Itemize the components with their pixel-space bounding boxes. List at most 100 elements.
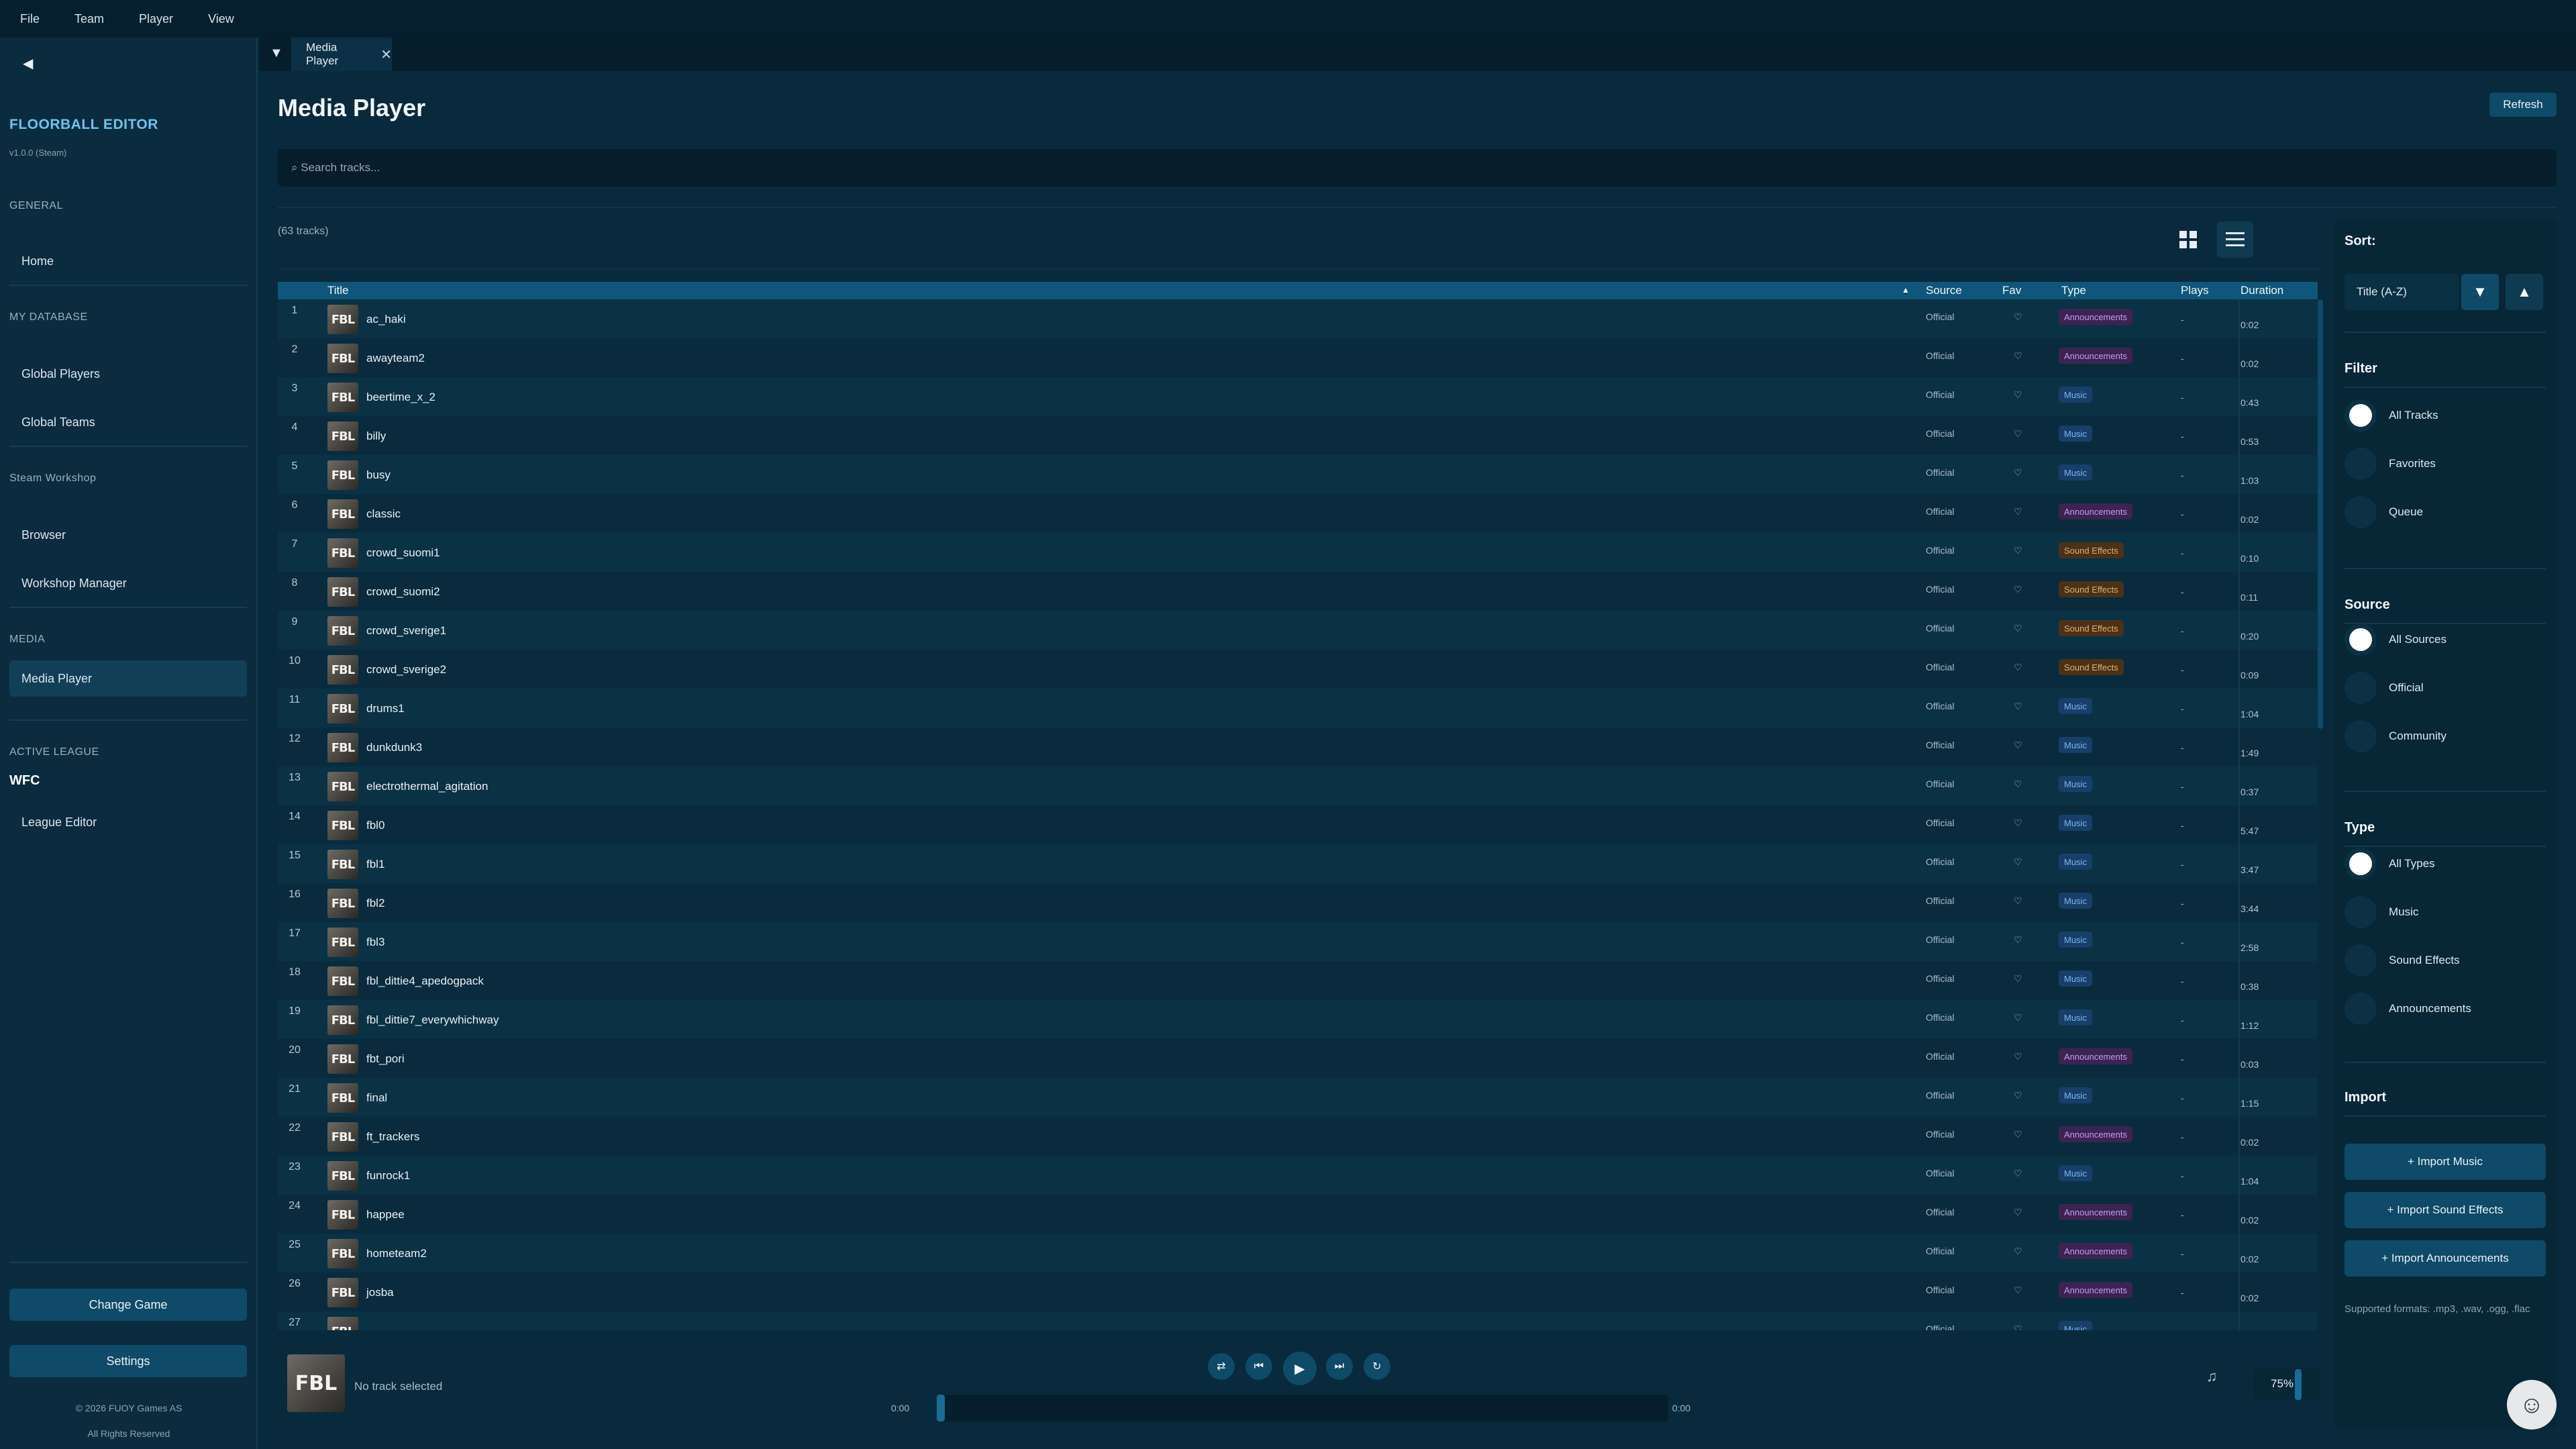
table-row[interactable]: 7 FBL crowd_suomi1 Official ♡ Sound Effects - 0… [278,533,2318,572]
favorite-heart-icon[interactable]: ♡ [2014,1246,2022,1257]
sidebar-item-league-editor[interactable]: League Editor [9,804,247,840]
favorite-heart-icon[interactable]: ♡ [2014,311,2022,323]
table-row[interactable]: 3 FBL beertime_x_2 Official ♡ Music - 0:43 [278,377,2318,416]
table-scrollbar[interactable] [2318,299,2323,729]
sidebar-item-global-players[interactable]: Global Players [9,356,247,392]
radio-icon[interactable] [2345,623,2377,656]
table-row[interactable]: 21 FBL final Official ♡ Music - 1:15 [278,1078,2318,1117]
table-row[interactable]: 22 FBL ft_trackers Official ♡ Announcements - 0… [278,1117,2318,1156]
table-row[interactable]: 11 FBL drums1 Official ♡ Music - 1:04 [278,689,2318,728]
favorite-heart-icon[interactable]: ♡ [2014,740,2022,751]
radio-icon[interactable] [2345,848,2377,880]
table-row[interactable]: 20 FBL fbt_pori Official ♡ Announcements - 0:03 [278,1039,2318,1078]
type-option[interactable]: Music [2345,894,2546,930]
table-row[interactable]: 2 FBL awayteam2 Official ♡ Announcements - 0:02 [278,338,2318,377]
favorite-heart-icon[interactable]: ♡ [2014,1129,2022,1140]
table-row[interactable]: 16 FBL fbl2 Official ♡ Music - 3:44 [278,883,2318,922]
favorite-heart-icon[interactable]: ♡ [2014,506,2022,517]
favorite-heart-icon[interactable]: ♡ [2014,389,2022,401]
table-row[interactable]: 23 FBL funrock1 Official ♡ Music - 1:04 [278,1156,2318,1195]
play-icon[interactable]: ▶ [1283,1352,1317,1385]
header-source[interactable]: Source [1926,284,1962,297]
sidebar-item-global-teams[interactable]: Global Teams [9,404,247,440]
progress-bar[interactable] [937,1395,1668,1421]
favorite-heart-icon[interactable]: ♡ [2014,623,2022,634]
favorite-heart-icon[interactable]: ♡ [2014,779,2022,790]
favorite-heart-icon[interactable]: ♡ [2014,895,2022,907]
radio-icon[interactable] [2345,399,2377,432]
radio-icon[interactable] [2345,993,2377,1025]
user-avatar[interactable]: ☺ [2507,1380,2557,1430]
table-row[interactable]: 6 FBL classic Official ♡ Announcements - 0:02 [278,494,2318,533]
change-game-button[interactable]: Change Game [9,1289,247,1321]
shuffle-icon[interactable]: ⇄ [1208,1353,1235,1380]
favorite-heart-icon[interactable]: ♡ [2014,701,2022,712]
table-row[interactable]: 15 FBL fbl1 Official ♡ Music - 3:47 [278,844,2318,883]
table-row[interactable]: 12 FBL dunkdunk3 Official ♡ Music - 1:49 [278,728,2318,766]
sort-direction-icon[interactable]: ▲ [2506,274,2543,310]
favorite-heart-icon[interactable]: ♡ [2014,584,2022,595]
header-title[interactable]: Title [327,284,349,297]
table-row[interactable]: 8 FBL crowd_suomi2 Official ♡ Sound Effects - 0… [278,572,2318,611]
table-row[interactable]: 25 FBL hometeam2 Official ♡ Announcements - 0:0… [278,1234,2318,1272]
menu-file[interactable]: File [15,8,45,30]
sidebar-item-media-player[interactable]: Media Player [9,660,247,697]
import-sound-effects-button[interactable]: + Import Sound Effects [2345,1192,2546,1228]
table-row[interactable]: 26 FBL josba Official ♡ Announcements - 0:02 [278,1272,2318,1311]
table-row[interactable]: 10 FBL crowd_sverige2 Official ♡ Sound Effect… [278,650,2318,689]
table-row[interactable]: 4 FBL billy Official ♡ Music - 0:53 [278,416,2318,455]
header-fav[interactable]: Fav [2002,284,2021,297]
radio-icon[interactable] [2345,896,2377,928]
grid-view-icon[interactable] [2170,221,2206,258]
favorite-heart-icon[interactable]: ♡ [2014,973,2022,985]
table-row[interactable]: 13 FBL electrothermal_agitation Official ♡ Mu… [278,766,2318,805]
favorite-heart-icon[interactable]: ♡ [2014,1051,2022,1062]
favorite-heart-icon[interactable]: ♡ [2014,1168,2022,1179]
next-icon[interactable]: ⏭ [1326,1353,1353,1380]
sidebar-item-workshop-manager[interactable]: Workshop Manager [9,565,247,601]
repeat-icon[interactable]: ↻ [1363,1353,1390,1380]
radio-icon[interactable] [2345,496,2377,528]
table-row[interactable]: 5 FBL busy Official ♡ Music - 1:03 [278,455,2318,494]
table-row[interactable]: 24 FBL happee Official ♡ Announcements - 0:02 [278,1195,2318,1234]
source-option[interactable]: Community [2345,718,2546,754]
table-row[interactable]: 18 FBL fbl_dittie4_apedogpack Official ♡ Musi… [278,961,2318,1000]
filter-option[interactable]: All Tracks [2345,397,2546,434]
collapse-sidebar-icon[interactable]: ◀ [23,55,33,72]
radio-icon[interactable] [2345,720,2377,752]
refresh-button[interactable]: Refresh [2489,93,2557,117]
settings-button[interactable]: Settings [9,1345,247,1377]
sidebar-item-home[interactable]: Home [9,243,247,279]
table-row[interactable]: 17 FBL fbl3 Official ♡ Music - 2:58 [278,922,2318,961]
sidebar-item-browser[interactable]: Browser [9,517,247,553]
import-music-button[interactable]: + Import Music [2345,1144,2546,1180]
type-option[interactable]: All Types [2345,846,2546,882]
tab-menu-icon[interactable]: ▼ [270,46,283,61]
import-announcements-button[interactable]: + Import Announcements [2345,1240,2546,1277]
type-option[interactable]: Announcements [2345,991,2546,1027]
radio-icon[interactable] [2345,672,2377,704]
table-row[interactable]: 14 FBL fbl0 Official ♡ Music - 5:47 [278,805,2318,844]
table-row[interactable]: 9 FBL crowd_sverige1 Official ♡ Sound Effects… [278,611,2318,650]
favorite-heart-icon[interactable]: ♡ [2014,1012,2022,1023]
filter-option[interactable]: Favorites [2345,446,2546,482]
radio-icon[interactable] [2345,448,2377,480]
sort-dropdown-icon[interactable]: ▼ [2461,274,2499,310]
header-duration[interactable]: Duration [2240,284,2283,297]
menu-view[interactable]: View [203,8,240,30]
type-option[interactable]: Sound Effects [2345,942,2546,979]
menu-team[interactable]: Team [69,8,109,30]
volume-icon[interactable]: ♫ [2206,1368,2218,1385]
header-type[interactable]: Type [2061,284,2086,297]
source-option[interactable]: All Sources [2345,621,2546,658]
table-row[interactable]: 1 FBL ac_haki Official ♡ Announcements - 0:02 [278,299,2318,338]
header-plays[interactable]: Plays [2181,284,2209,297]
favorite-heart-icon[interactable]: ♡ [2014,817,2022,829]
volume-level[interactable]: 75% [2253,1368,2320,1400]
favorite-heart-icon[interactable]: ♡ [2014,428,2022,440]
favorite-heart-icon[interactable]: ♡ [2014,1285,2022,1296]
progress-handle[interactable] [937,1395,945,1421]
tab-media-player[interactable]: Media Player ✕ [291,38,392,71]
favorite-heart-icon[interactable]: ♡ [2014,934,2022,946]
favorite-heart-icon[interactable]: ♡ [2014,1323,2022,1330]
